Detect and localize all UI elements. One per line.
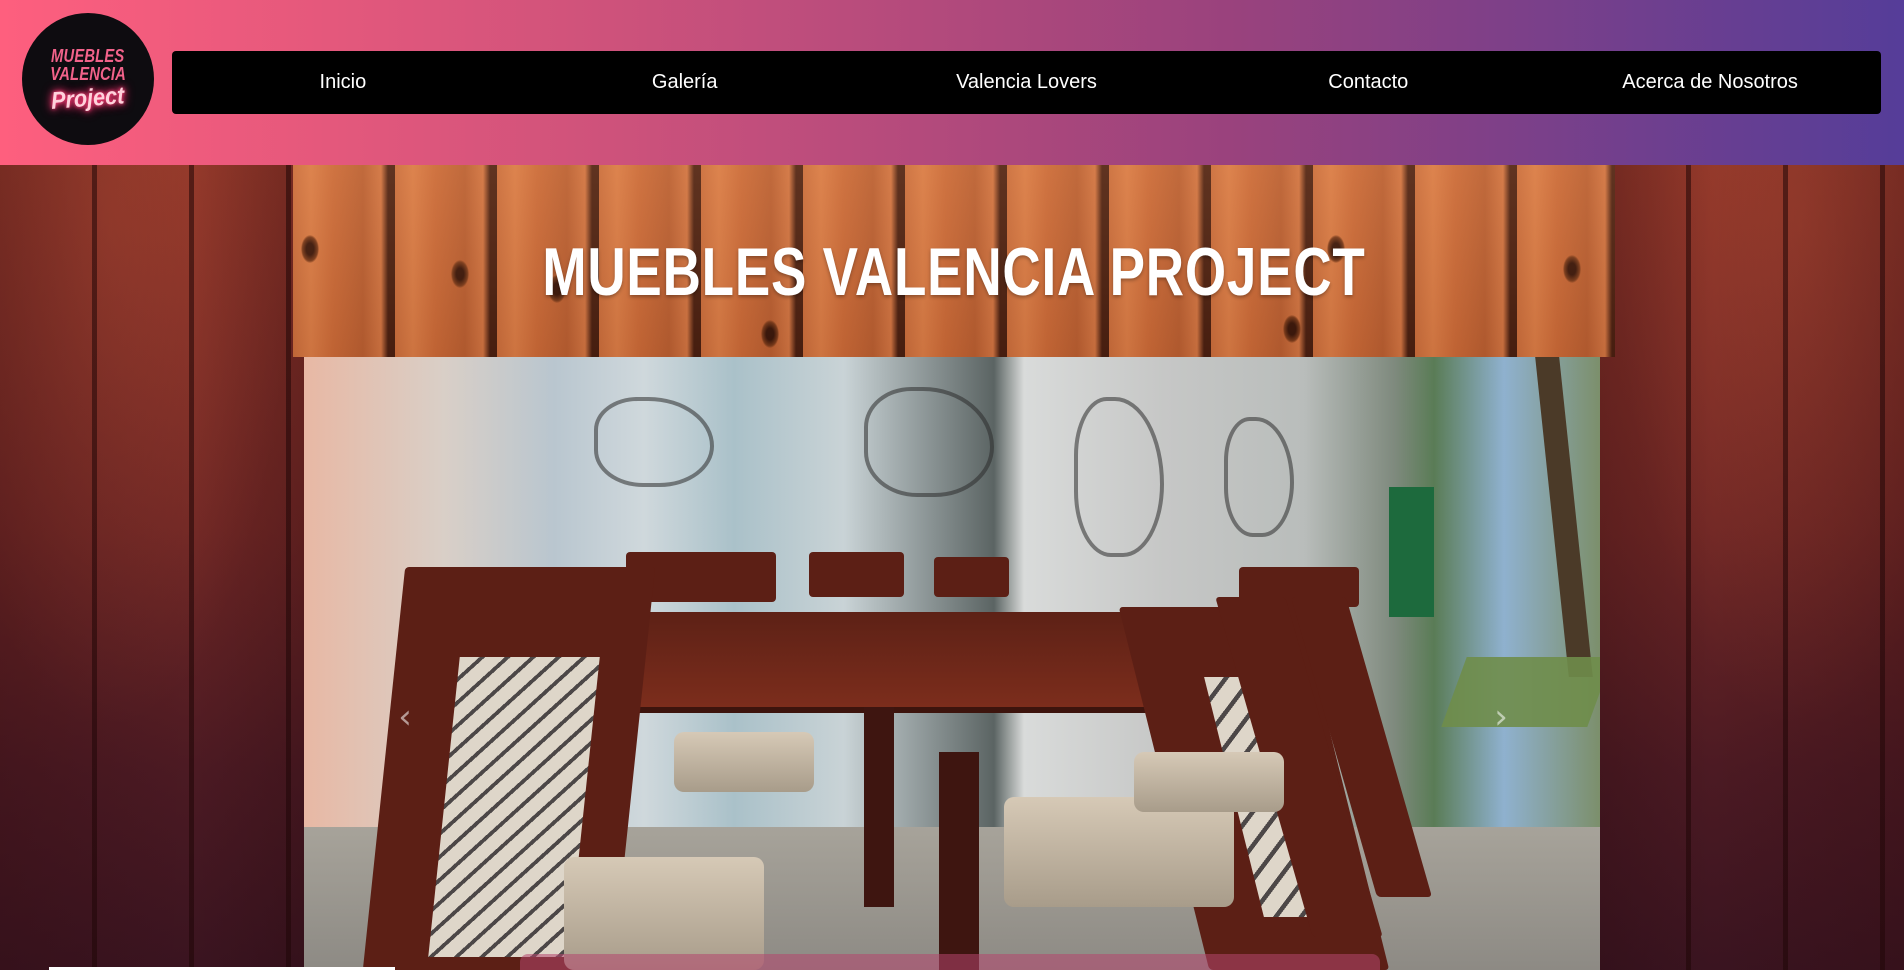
site-logo[interactable]: MUEBLES VALENCIA Project — [22, 13, 154, 145]
chevron-left-icon: ‹ — [398, 697, 412, 737]
nav-item-inicio[interactable]: Inicio — [172, 51, 514, 114]
image-carousel[interactable]: ‹ › — [304, 357, 1600, 970]
wood-knot — [1563, 255, 1581, 283]
table-leg — [864, 707, 894, 907]
chair-back — [809, 552, 904, 597]
wood-shade-left — [0, 165, 320, 970]
nav-item-contacto[interactable]: Contacto — [1197, 51, 1539, 114]
nav-item-acerca[interactable]: Acerca de Nosotros — [1539, 51, 1881, 114]
wood-shade-right — [1584, 165, 1904, 970]
chair-back — [934, 557, 1009, 597]
chair-seat — [674, 732, 814, 792]
page-title: MUEBLES VALENCIA PROJECT — [542, 234, 1366, 310]
carousel-prev-button[interactable]: ‹ — [390, 697, 420, 737]
logo-text-line2: VALENCIA — [50, 64, 126, 85]
hero-section: MUEBLES VALENCIA PROJECT ‹ › — [0, 165, 1904, 970]
wood-knot — [761, 320, 779, 348]
chevron-right-icon: › — [1494, 697, 1508, 737]
chair-seat — [1134, 752, 1284, 812]
table-leg — [939, 752, 979, 970]
carousel-slide-image — [304, 357, 1600, 970]
green-door — [1389, 487, 1434, 617]
nav-item-galeria[interactable]: Galería — [514, 51, 856, 114]
logo-text-line1: MUEBLES — [51, 45, 125, 66]
grass-patch — [1441, 657, 1600, 727]
carousel-caption-bar — [520, 954, 1380, 970]
wood-knot — [1283, 315, 1301, 343]
site-header: MUEBLES VALENCIA Project Inicio Galería … — [0, 0, 1904, 165]
main-nav: Inicio Galería Valencia Lovers Contacto … — [172, 51, 1881, 114]
logo-text-line3: Project — [50, 81, 126, 115]
carousel-next-button[interactable]: › — [1486, 697, 1516, 737]
wood-knot — [301, 235, 319, 263]
nav-item-valencia-lovers[interactable]: Valencia Lovers — [856, 51, 1198, 114]
chair-seat — [1004, 797, 1234, 907]
